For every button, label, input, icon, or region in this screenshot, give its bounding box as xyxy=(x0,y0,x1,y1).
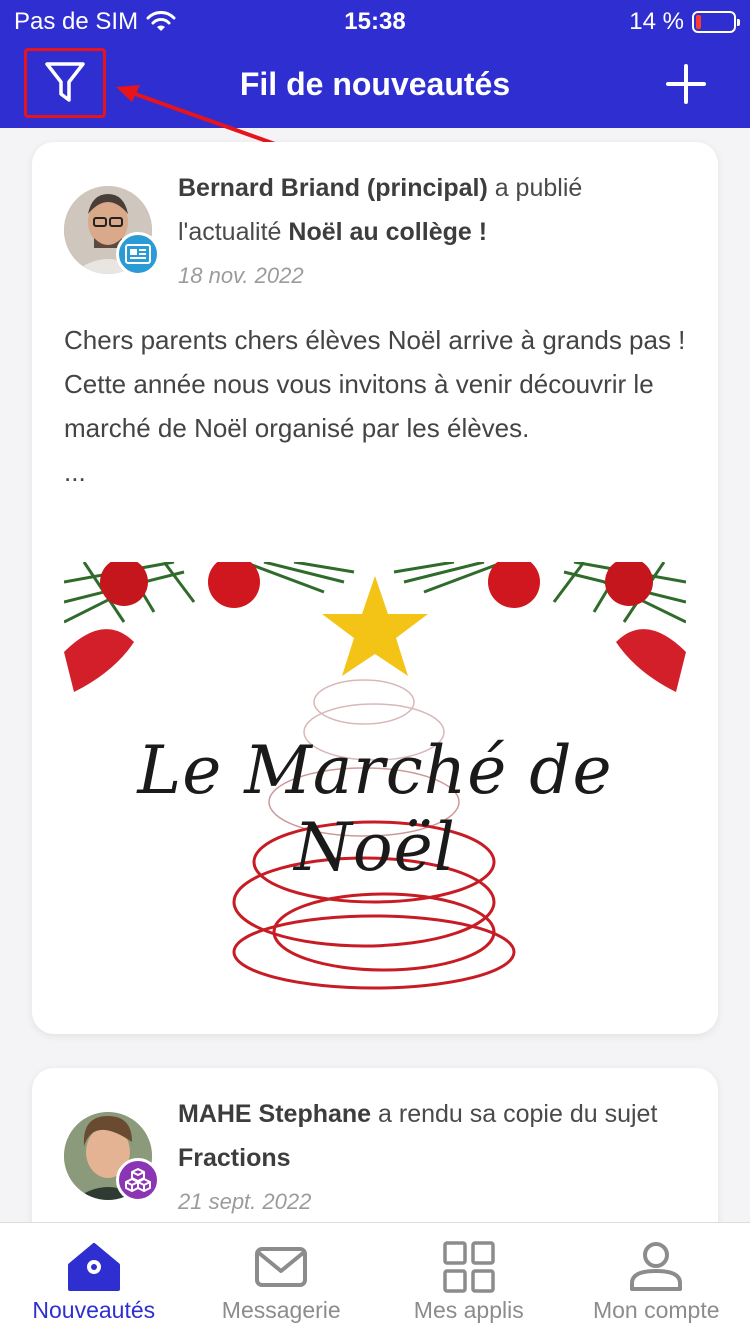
post-subject[interactable]: Fractions xyxy=(178,1144,291,1172)
grid-icon xyxy=(443,1241,495,1293)
mail-icon xyxy=(255,1247,308,1287)
tab-bar: Nouveautés Messagerie Mes applis Mon com… xyxy=(0,1222,750,1334)
add-button[interactable] xyxy=(666,64,706,104)
newspaper-icon xyxy=(116,232,160,276)
tab-label: Mon compte xyxy=(592,1297,720,1323)
user-icon xyxy=(630,1242,683,1291)
post-date: 18 nov. 2022 xyxy=(178,263,304,288)
status-bar: Pas de SIM 15:38 14 % xyxy=(0,0,750,44)
tab-mon-compte[interactable]: Mon compte xyxy=(563,1223,750,1334)
post-body: Chers parents chers élèves Noël arrive à… xyxy=(64,325,686,487)
tab-mes-applis[interactable]: Mes applis xyxy=(375,1223,563,1334)
author-name[interactable]: Bernard Briand (principal) xyxy=(178,174,488,202)
post-subject[interactable]: Noël au collège ! xyxy=(288,218,487,246)
tab-nouveautes[interactable]: Nouveautés xyxy=(0,1223,188,1334)
home-icon xyxy=(67,1243,120,1291)
author-name[interactable]: MAHE Stephane xyxy=(178,1100,371,1128)
plus-icon xyxy=(666,64,706,104)
post-meta: Bernard Briand (principal) a publié l'ac… xyxy=(178,166,678,298)
image-caption: Le Marché de Noël xyxy=(137,732,613,886)
news-image[interactable]: Le Marché de Noël xyxy=(64,562,686,1012)
tab-label: Messagerie xyxy=(221,1297,341,1323)
news-feed[interactable]: Bernard Briand (principal) a publié l'ac… xyxy=(0,128,750,1222)
battery-percent: 14 % xyxy=(629,8,684,35)
post-date: 21 sept. 2022 xyxy=(178,1189,312,1214)
cubes-icon xyxy=(116,1158,160,1202)
tab-label: Mes applis xyxy=(413,1297,524,1323)
post-meta: MAHE Stephane a rendu sa copie du sujet … xyxy=(178,1092,678,1222)
feed-card[interactable]: Bernard Briand (principal) a publié l'ac… xyxy=(32,142,718,1034)
feed-card[interactable]: MAHE Stephane a rendu sa copie du sujet … xyxy=(32,1068,718,1222)
tab-label: Nouveautés xyxy=(32,1297,156,1323)
battery-icon xyxy=(692,11,740,33)
tab-messagerie[interactable]: Messagerie xyxy=(188,1223,376,1334)
